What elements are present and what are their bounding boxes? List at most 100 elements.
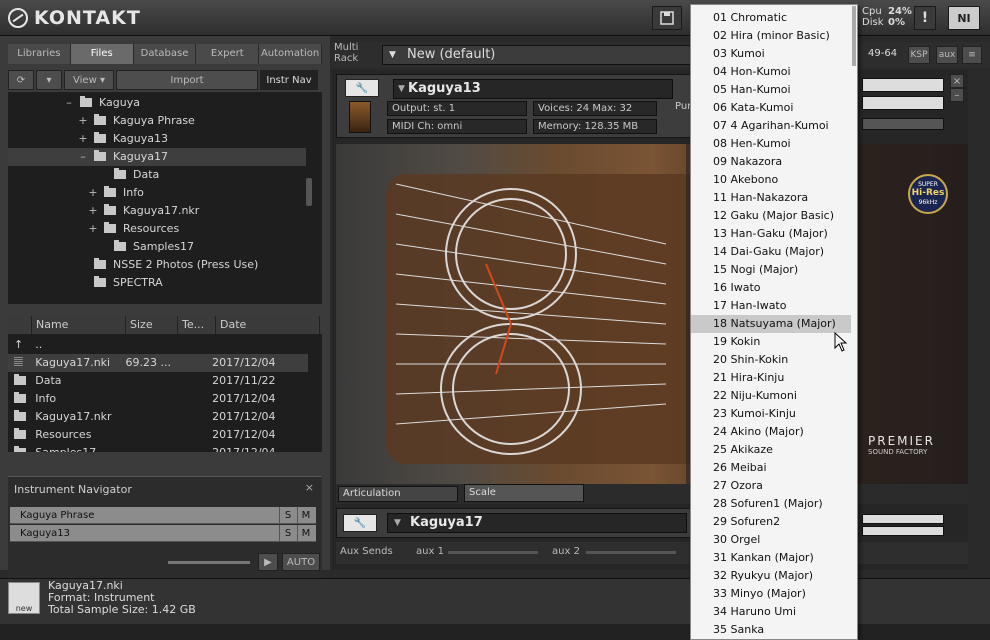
navigator-slider[interactable] (168, 561, 250, 564)
refresh-button[interactable]: ⟳ (8, 70, 34, 90)
scale-menu-item[interactable]: 34 Haruno Umi (691, 603, 851, 621)
pan-meter[interactable] (862, 526, 944, 536)
file-row[interactable]: Resources 2017/12/04 (8, 426, 308, 444)
scale-menu-item[interactable]: 35 Sanka (691, 621, 851, 639)
midi-channel-select[interactable]: MIDI Ch: omni (387, 119, 527, 134)
scale-menu-item[interactable]: 12 Gaku (Major Basic) (691, 207, 851, 225)
mute-button[interactable]: M (297, 525, 314, 542)
scale-menu-item[interactable]: 31 Kankan (Major) (691, 549, 851, 567)
auto-button[interactable]: AUTO (282, 553, 320, 571)
scale-menu-item[interactable]: 02 Hira (minor Basic) (691, 27, 851, 45)
column-type[interactable]: Te... (178, 316, 216, 334)
scale-menu-item[interactable]: 28 Sofuren1 (Major) (691, 495, 851, 513)
file-row[interactable]: 𝄚 Kaguya17.nki 69.23 ... 2017/12/04 (8, 354, 308, 372)
scale-menu-item[interactable]: 05 Han-Kumoi (691, 81, 851, 99)
tree-item[interactable]: NSSE 2 Photos (Press Use) (78, 256, 258, 274)
scale-menu-item[interactable]: 16 Iwato (691, 279, 851, 297)
expand-toggle-icon[interactable]: – (64, 94, 74, 112)
ni-logo[interactable]: NI (948, 6, 980, 30)
solo-button[interactable]: S (279, 525, 296, 542)
pan-meter[interactable] (862, 96, 944, 110)
scale-menu-item[interactable]: 23 Kumoi-Kinju (691, 405, 851, 423)
expand-toggle-icon[interactable]: + (88, 220, 98, 238)
tab-automation[interactable]: Automation (259, 44, 322, 64)
volume-meter[interactable] (862, 514, 944, 524)
file-row[interactable]: Data 2017/11/22 (8, 372, 308, 390)
expand-toggle-icon[interactable]: – (78, 148, 88, 166)
rack-range[interactable]: 49-64 (868, 48, 897, 59)
tune-slider[interactable] (862, 118, 944, 130)
alert-button[interactable]: ! (914, 6, 936, 30)
tree-scrollbar[interactable] (306, 178, 312, 206)
scale-menu-item[interactable]: 26 Meibai (691, 459, 851, 477)
scale-menu-item[interactable]: 32 Ryukyu (Major) (691, 567, 851, 585)
tree-item[interactable]: + Info (88, 184, 144, 202)
aux2-slider[interactable] (586, 551, 676, 554)
dropdown-scrollbar[interactable] (852, 6, 856, 66)
scale-menu-item[interactable]: 33 Minyo (Major) (691, 585, 851, 603)
dropdown-button[interactable]: ▾ (36, 70, 62, 90)
articulation-select[interactable]: Articulation (338, 486, 458, 502)
scale-menu-item[interactable]: 07 4 Agarihan-Kumoi (691, 117, 851, 135)
column-name[interactable]: Name (32, 316, 126, 334)
view-button[interactable]: View ▾ (64, 70, 114, 90)
import-button[interactable]: Import (116, 70, 258, 90)
scale-menu-item[interactable]: 09 Nakazora (691, 153, 851, 171)
save-button[interactable] (652, 6, 682, 30)
tree-item[interactable]: – Kaguya17 (8, 148, 306, 166)
tab-expert[interactable]: Expert (196, 44, 260, 64)
scale-menu-item[interactable]: 25 Akikaze (691, 441, 851, 459)
scale-menu-item[interactable]: 10 Akebono (691, 171, 851, 189)
tree-item[interactable]: + Kaguya17.nkr (88, 202, 199, 220)
rack-menu-button[interactable]: ≡ (962, 46, 982, 64)
scale-menu-item[interactable]: 13 Han-Gaku (Major) (691, 225, 851, 243)
expand-toggle-icon[interactable]: + (88, 184, 98, 202)
tab-libraries[interactable]: Libraries (8, 44, 71, 64)
scale-menu-item[interactable]: 18 Natsuyama (Major) (691, 315, 851, 333)
minimize-button[interactable]: – (950, 88, 964, 102)
aux1-slider[interactable] (448, 551, 538, 554)
instrument-name[interactable]: ▼ Kaguya17 (387, 513, 687, 533)
tab-database[interactable]: Database (133, 44, 197, 64)
tree-item[interactable]: + Resources (88, 220, 179, 238)
instrument-name[interactable]: ▼ Kaguya13 (393, 79, 673, 99)
file-row[interactable]: Kaguya17.nkr 2017/12/04 (8, 408, 308, 426)
scale-menu-item[interactable]: 27 Ozora (691, 477, 851, 495)
tree-item[interactable]: Data (98, 166, 159, 184)
tab-files[interactable]: Files (70, 44, 134, 64)
file-row[interactable]: ↑.. (8, 336, 308, 354)
expand-toggle-icon[interactable]: + (78, 130, 88, 148)
scale-menu-item[interactable]: 14 Dai-Gaku (Major) (691, 243, 851, 261)
aux-button[interactable]: aux (936, 46, 958, 64)
scale-menu-item[interactable]: 22 Niju-Kumoni (691, 387, 851, 405)
scale-menu-item[interactable]: 11 Han-Nakazora (691, 189, 851, 207)
wrench-button[interactable]: 🔧 (345, 79, 379, 97)
scale-menu-item[interactable]: 03 Kumoi (691, 45, 851, 63)
ksp-button[interactable]: KSP (908, 46, 930, 64)
scale-menu-item[interactable]: 06 Kata-Kumoi (691, 99, 851, 117)
tree-item[interactable]: – Kaguya (64, 94, 140, 112)
scale-menu-item[interactable]: 24 Akino (Major) (691, 423, 851, 441)
expand-toggle-icon[interactable]: + (88, 202, 98, 220)
column-size[interactable]: Size (126, 316, 178, 334)
purge-label[interactable]: Pur (675, 101, 691, 112)
scale-select[interactable]: Scale (464, 484, 584, 502)
tree-item[interactable]: SPECTRA (78, 274, 163, 292)
volume-meter[interactable] (862, 78, 944, 92)
scale-menu-item[interactable]: 08 Hen-Kumoi (691, 135, 851, 153)
navigator-close-button[interactable]: × (305, 481, 314, 494)
tree-item[interactable]: + Kaguya13 (78, 130, 168, 148)
scale-menu-item[interactable]: 19 Kokin (691, 333, 851, 351)
scale-menu-item[interactable]: 21 Hira-Kinju (691, 369, 851, 387)
scale-menu-item[interactable]: 30 Orgel (691, 531, 851, 549)
tree-item[interactable]: + Kaguya Phrase (78, 112, 195, 130)
close-instrument-button[interactable]: × (950, 74, 964, 88)
navigator-item[interactable]: Kaguya13 S M (10, 525, 316, 542)
scale-menu-item[interactable]: 15 Nogi (Major) (691, 261, 851, 279)
scale-menu-item[interactable]: 04 Hon-Kumoi (691, 63, 851, 81)
wrench-button[interactable]: 🔧 (343, 514, 377, 532)
expand-toggle-icon[interactable]: + (78, 112, 88, 130)
rack-preset-select[interactable]: ▼ New (default) (382, 45, 692, 65)
mute-button[interactable]: M (297, 507, 314, 524)
scale-menu-item[interactable]: 17 Han-Iwato (691, 297, 851, 315)
